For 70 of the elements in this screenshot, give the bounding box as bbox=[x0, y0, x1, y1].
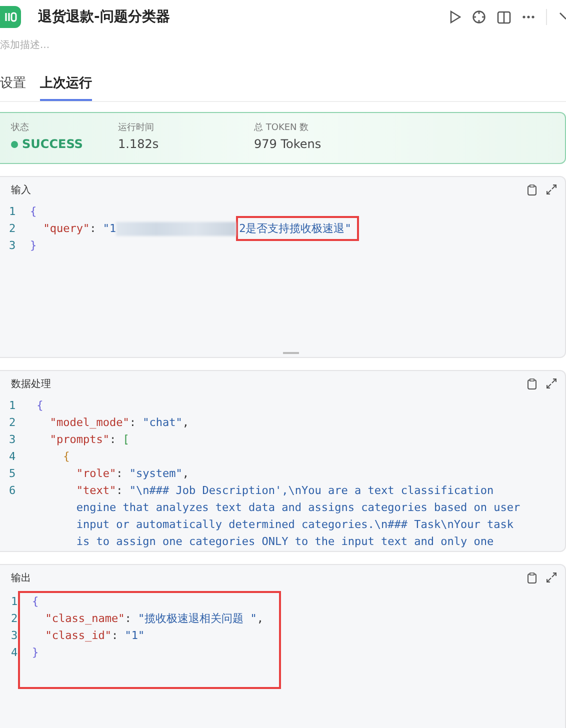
play-icon[interactable] bbox=[449, 10, 461, 24]
stat-label: 状态 bbox=[11, 122, 30, 134]
code-token: { bbox=[62, 450, 70, 463]
code-token: , bbox=[256, 612, 264, 625]
stat-label: 总 TOKEN 数 bbox=[254, 122, 310, 134]
more-icon[interactable] bbox=[522, 15, 535, 19]
line-number: 2 bbox=[8, 416, 17, 429]
code-token: "prompts" bbox=[48, 433, 110, 446]
copy-icon[interactable] bbox=[527, 572, 537, 584]
tab[interactable]: 设置 bbox=[0, 70, 26, 101]
code-token: "query" bbox=[42, 222, 90, 235]
code-token: { bbox=[30, 205, 37, 218]
copy-icon[interactable] bbox=[527, 378, 537, 390]
code-token: "1" bbox=[124, 629, 145, 642]
code-token: "role" bbox=[75, 467, 116, 480]
code-token: [ bbox=[122, 433, 130, 446]
expand-icon[interactable] bbox=[546, 378, 557, 389]
code-token: "model_mode" bbox=[48, 416, 130, 429]
node-title: 退货退款-问题分类器 bbox=[38, 8, 171, 26]
resize-handle[interactable] bbox=[282, 352, 298, 354]
code-token: "\n### Job Description',\nYou are a text classification bbox=[129, 484, 494, 497]
code-token: "1 bbox=[102, 222, 116, 235]
code-token: : bbox=[90, 222, 98, 235]
line-number: 3 bbox=[8, 239, 17, 252]
code-token: } bbox=[30, 239, 37, 252]
code-token: input or automatically determined categories.\n### Task\nYour task bbox=[75, 518, 514, 531]
line-number: 2 bbox=[10, 612, 19, 625]
line-number: 4 bbox=[8, 450, 17, 463]
copy-icon[interactable] bbox=[527, 184, 537, 196]
expand-icon[interactable] bbox=[546, 184, 557, 195]
stat-value: 1.182s bbox=[118, 137, 160, 151]
code-token: : bbox=[129, 416, 137, 429]
panel-title: 输出 bbox=[11, 572, 32, 585]
code-token: { bbox=[32, 595, 39, 608]
line-number: 4 bbox=[10, 646, 19, 659]
code-token: { bbox=[36, 399, 44, 412]
line-number: 1 bbox=[10, 595, 19, 608]
code-token: : bbox=[124, 612, 132, 625]
line-number: 1 bbox=[8, 399, 17, 412]
code-token: is to assign one categories ONLY to the input text and only one bbox=[75, 535, 494, 548]
split-view-icon[interactable] bbox=[497, 10, 511, 24]
line-number: 3 bbox=[8, 433, 17, 446]
line-number: 6 bbox=[8, 484, 17, 497]
code-token: "揽收极速退相关问题 " bbox=[138, 611, 257, 626]
code-token: "system" bbox=[129, 467, 182, 480]
code-token: , bbox=[182, 467, 189, 480]
code-token: } bbox=[32, 646, 39, 659]
line-number: 5 bbox=[8, 467, 17, 480]
stat-value: 979 Tokens bbox=[254, 137, 322, 151]
code-token: engine that analyzes text data and assigns categories based on user bbox=[75, 501, 520, 514]
line-number: 2 bbox=[8, 222, 17, 235]
line-number: 3 bbox=[10, 629, 19, 642]
panel-title: 数据处理 bbox=[11, 378, 52, 391]
code-token: , bbox=[182, 416, 189, 429]
highlighted-code: 2是否支持揽收极速退" bbox=[236, 216, 360, 241]
code-token: "class_name" bbox=[44, 612, 125, 625]
code-token: : bbox=[109, 433, 118, 446]
code-token: : bbox=[116, 484, 124, 497]
tab[interactable]: 上次运行 bbox=[40, 70, 92, 101]
crosshair-icon[interactable] bbox=[472, 10, 486, 24]
code-token: "class_id" bbox=[44, 629, 112, 642]
expand-icon[interactable] bbox=[546, 572, 557, 583]
code-token: : bbox=[116, 467, 124, 480]
code-token: "text" bbox=[75, 484, 116, 497]
stat-label: 运行时间 bbox=[118, 122, 155, 134]
code-token: "chat" bbox=[142, 416, 182, 429]
status-value: SUCCESS bbox=[22, 137, 83, 151]
panel-title: 输入 bbox=[11, 184, 32, 197]
line-number: 1 bbox=[8, 205, 17, 218]
code-token: : bbox=[111, 629, 120, 642]
